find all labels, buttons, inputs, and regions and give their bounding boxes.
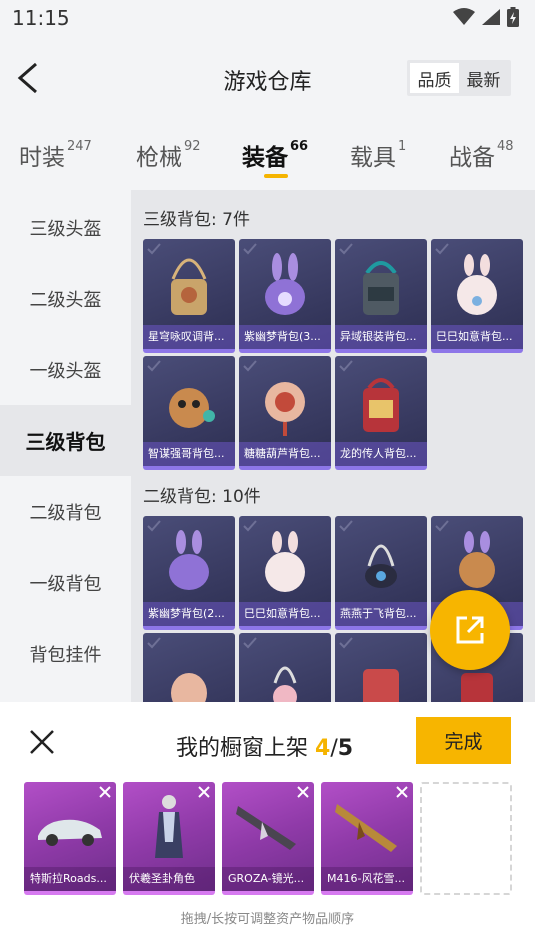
slot-label: GROZA-镜光... [222,867,314,891]
wifi-icon [453,8,475,25]
showcase-slot[interactable]: 特斯拉Roads... [24,782,116,895]
item-card[interactable] [335,633,427,702]
showcase-panel: 我的橱窗上架 4/5 完成 特斯拉Roads... 伏羲圣卦角色 GROZA-镜… [0,702,535,951]
item-card[interactable]: 紫幽梦背包(2... [143,516,235,630]
item-card[interactable]: 龙的传人背包... [335,356,427,470]
showcase-count-current: 4 [315,736,331,761]
backpack-image [459,531,495,588]
item-label: 燕燕于飞背包... [335,602,427,626]
slot-label: 伏羲圣卦角色 [123,867,215,891]
battery-icon [507,7,519,27]
item-card[interactable]: 异域银装背包... [335,239,427,353]
item-card[interactable]: 巳巳如意背包... [239,516,331,630]
item-card[interactable]: 星穹咏叹调背... [143,239,235,353]
status-bar: 11:15 [0,0,535,36]
section-title-level2: 二级背包: 10件 [143,487,261,507]
tab-count: 1 [398,139,407,155]
reorder-hint: 拖拽/长按可调整资产物品顺序 [180,912,355,927]
tab-count: 247 [67,139,92,155]
backpack-image [169,388,215,428]
tab-label: 时装 [19,145,65,171]
sidebar-item-level1-backpack[interactable]: 一级背包 [0,547,131,618]
item-label: 紫幽梦背包(3... [239,325,331,349]
item-label: 糖糖葫芦背包... [239,442,331,466]
tab-supplies[interactable]: 战备 48 [449,138,514,172]
status-time: 11:15 [12,6,70,30]
sidebar-item-level3-backpack[interactable]: 三级背包 [0,405,131,476]
item-card[interactable] [239,633,331,702]
tab-label: 装备 [242,145,288,171]
showcase-slot[interactable]: M416-风花雪... [321,782,413,895]
section-title-level3: 三级背包: 7件 [143,210,250,230]
close-icon[interactable] [28,728,56,756]
page-header: 游戏仓库 品质 最新 [0,36,535,120]
item-label: 星穹咏叹调背... [143,325,235,349]
backpack-image [273,666,297,702]
car-image [38,819,102,846]
external-link-icon [456,616,484,644]
signal-icon [482,9,500,25]
empty-showcase-slot[interactable] [420,782,512,895]
item-card[interactable]: 巳巳如意背包... [431,239,523,353]
showcase-slot[interactable]: 伏羲圣卦角色 [123,782,215,895]
tab-label: 枪械 [136,145,182,171]
showcase-count-separator: / [330,736,338,761]
item-label: 异域银装背包... [335,325,427,349]
item-label: 巳巳如意背包... [431,325,523,349]
share-fab-button[interactable] [430,590,510,670]
item-label: 智谋强哥背包... [143,442,235,466]
slot-label: M416-风花雪... [321,867,413,891]
item-label: 龙的传人背包... [335,442,427,466]
showcase-title: 我的橱窗上架 4/5 [176,730,353,762]
tab-vehicles[interactable]: 载具 1 [350,138,406,172]
backpack-image [171,673,207,702]
rifle-image [335,804,397,852]
subcategory-sidebar: 三级头盔 二级头盔 一级头盔 三级背包 二级背包 一级背包 背包挂件 [0,190,131,702]
category-tabs: 时装 247 枪械 92 装备 66 载具 1 战备 48 [0,120,535,190]
tab-count: 48 [497,139,514,155]
tab-count: 92 [184,139,201,155]
sort-toggle: 品质 最新 [407,60,511,96]
backpack-image [169,530,209,590]
showcase-slot[interactable]: GROZA-镜光... [222,782,314,895]
sidebar-item-level2-backpack[interactable]: 二级背包 [0,476,131,547]
character-image [155,795,183,858]
sort-newest-button[interactable]: 最新 [459,63,508,93]
showcase-title-text: 我的橱窗上架 [176,736,309,761]
tab-count: 66 [290,139,309,155]
tab-firearms[interactable]: 枪械 92 [136,138,201,172]
sidebar-item-level2-helmet[interactable]: 二级头盔 [0,263,131,334]
tab-fashion[interactable]: 时装 247 [19,138,92,172]
backpack-image [363,669,399,702]
backpack-image [265,531,305,592]
tab-label: 战备 [449,145,495,171]
backpack-image [365,544,397,588]
item-card[interactable]: 紫幽梦背包(3... [239,239,331,353]
item-label: 紫幽梦背包(2... [143,602,235,626]
slot-label: 特斯拉Roads... [24,867,116,891]
item-card[interactable] [143,633,235,702]
active-tab-indicator [264,174,288,178]
sidebar-item-level1-helmet[interactable]: 一级头盔 [0,334,131,405]
item-card[interactable]: 糖糖葫芦背包... [239,356,331,470]
backpack-image [363,261,399,315]
item-card[interactable]: 燕燕于飞背包... [335,516,427,630]
tab-label: 载具 [350,145,396,171]
sidebar-item-level3-helmet[interactable]: 三级头盔 [0,192,131,263]
backpack-image [171,258,207,315]
sort-quality-button[interactable]: 品质 [410,63,459,93]
showcase-count-total: 5 [337,736,354,761]
status-icons [453,7,519,27]
done-button[interactable]: 完成 [416,717,511,764]
item-label: 巳巳如意背包... [239,602,331,626]
backpack-image [457,254,497,315]
backpack-image [265,382,305,436]
item-card[interactable]: 智谋强哥背包... [143,356,235,470]
sidebar-item-backpack-charm[interactable]: 背包挂件 [0,618,131,689]
backpack-image [363,378,399,432]
tab-equipment[interactable]: 装备 66 [242,138,308,172]
rifle-image [236,806,296,850]
backpack-image [265,253,305,315]
